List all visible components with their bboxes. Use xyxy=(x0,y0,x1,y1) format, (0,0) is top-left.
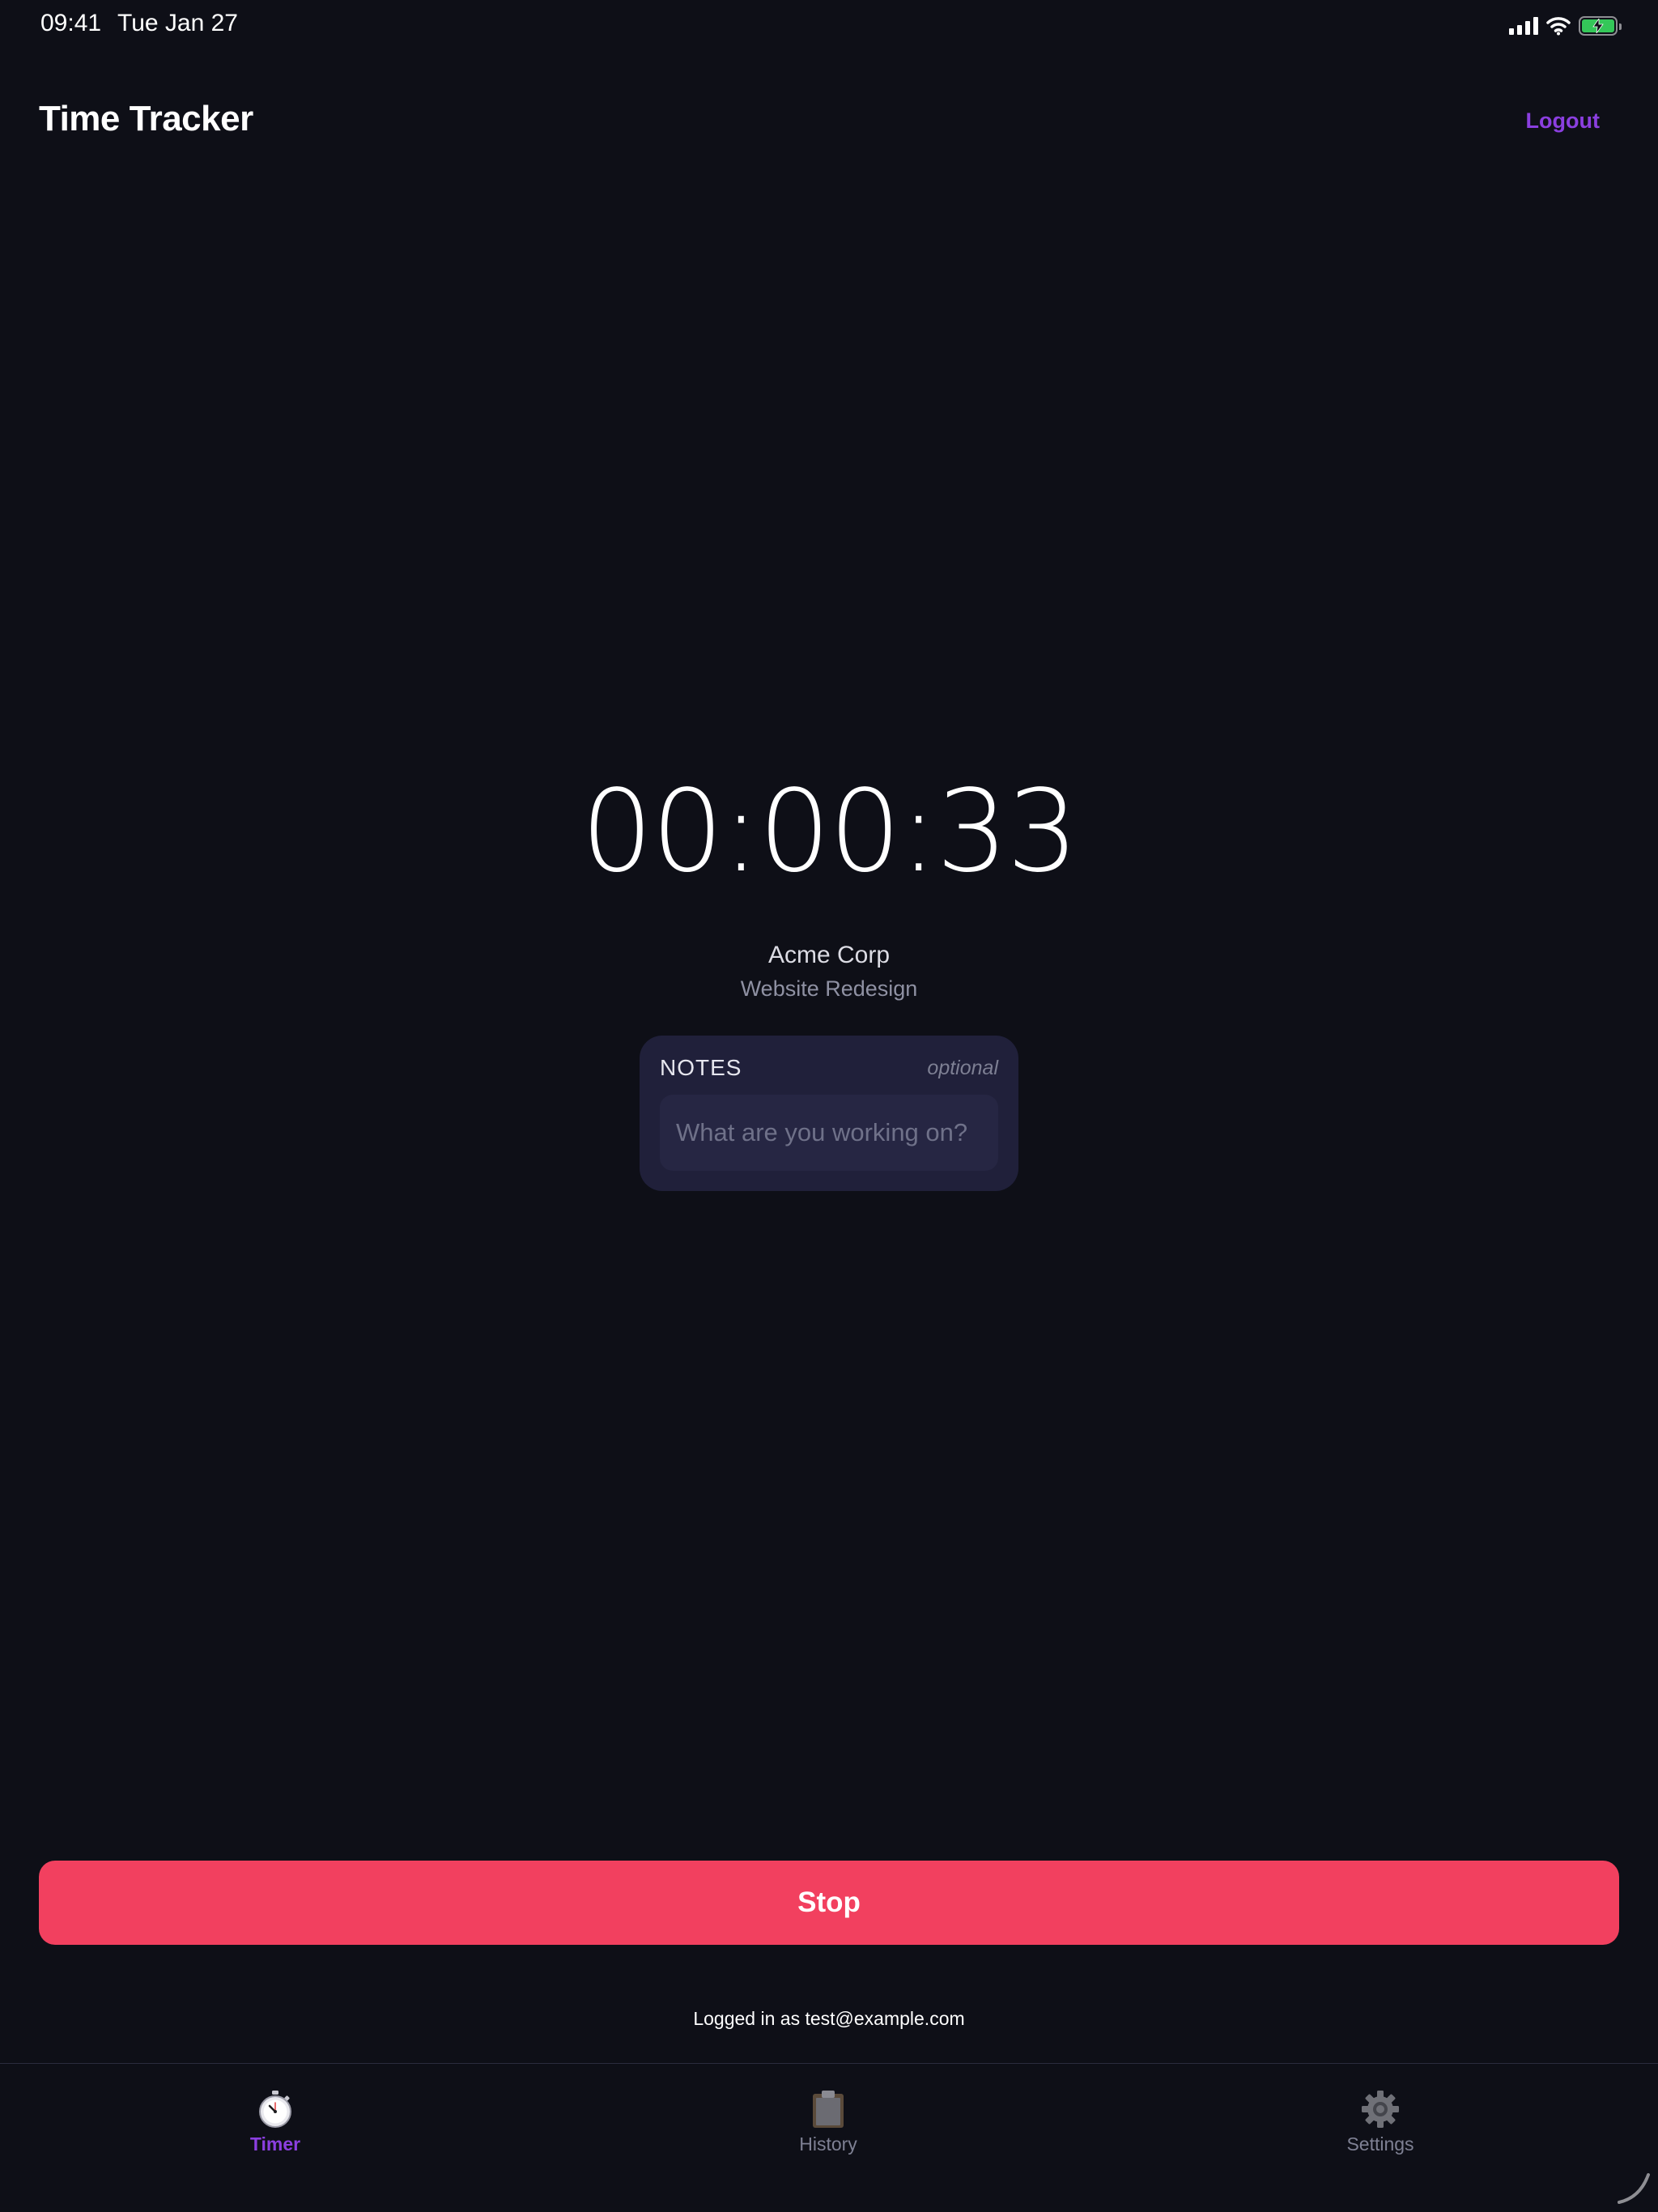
status-bar: 09:41 Tue Jan 27 xyxy=(0,0,1658,52)
cellular-signal-icon xyxy=(1509,17,1538,35)
tab-history[interactable]: History xyxy=(747,2090,909,2155)
status-icons xyxy=(1509,15,1622,37)
notes-input[interactable] xyxy=(660,1095,998,1171)
tab-settings[interactable]: Settings xyxy=(1299,2090,1461,2155)
stopwatch-icon xyxy=(194,2090,356,2130)
gear-icon xyxy=(1299,2090,1461,2130)
notes-card: NOTES optional xyxy=(640,1036,1018,1191)
tab-bar: Timer History Settings xyxy=(0,2063,1658,2212)
app-screen: 09:41 Tue Jan 27 Time Tracker Logout 00:… xyxy=(0,0,1658,2212)
clipboard-icon xyxy=(747,2090,909,2130)
elapsed-time-display: 00:00:33 xyxy=(580,766,1079,898)
project-name: Website Redesign xyxy=(740,976,918,1001)
stop-button[interactable]: Stop xyxy=(39,1861,1619,1945)
wifi-icon xyxy=(1546,17,1571,36)
tab-settings-label: Settings xyxy=(1346,2133,1414,2155)
status-time: 09:41 xyxy=(40,10,102,36)
tab-timer[interactable]: Timer xyxy=(194,2090,356,2155)
logout-button[interactable]: Logout xyxy=(1526,108,1600,134)
tab-history-label: History xyxy=(799,2133,857,2155)
status-date: Tue Jan 27 xyxy=(117,10,238,36)
page-title: Time Tracker xyxy=(39,99,253,138)
resize-handle-icon[interactable] xyxy=(1616,2170,1652,2206)
notes-optional-label: optional xyxy=(927,1057,998,1079)
battery-charging-icon xyxy=(1579,16,1622,36)
client-name: Acme Corp xyxy=(767,942,891,968)
notes-label: NOTES xyxy=(660,1055,742,1080)
tab-timer-label: Timer xyxy=(249,2133,301,2155)
logged-in-status: Logged in as test@example.com xyxy=(693,2008,965,2029)
